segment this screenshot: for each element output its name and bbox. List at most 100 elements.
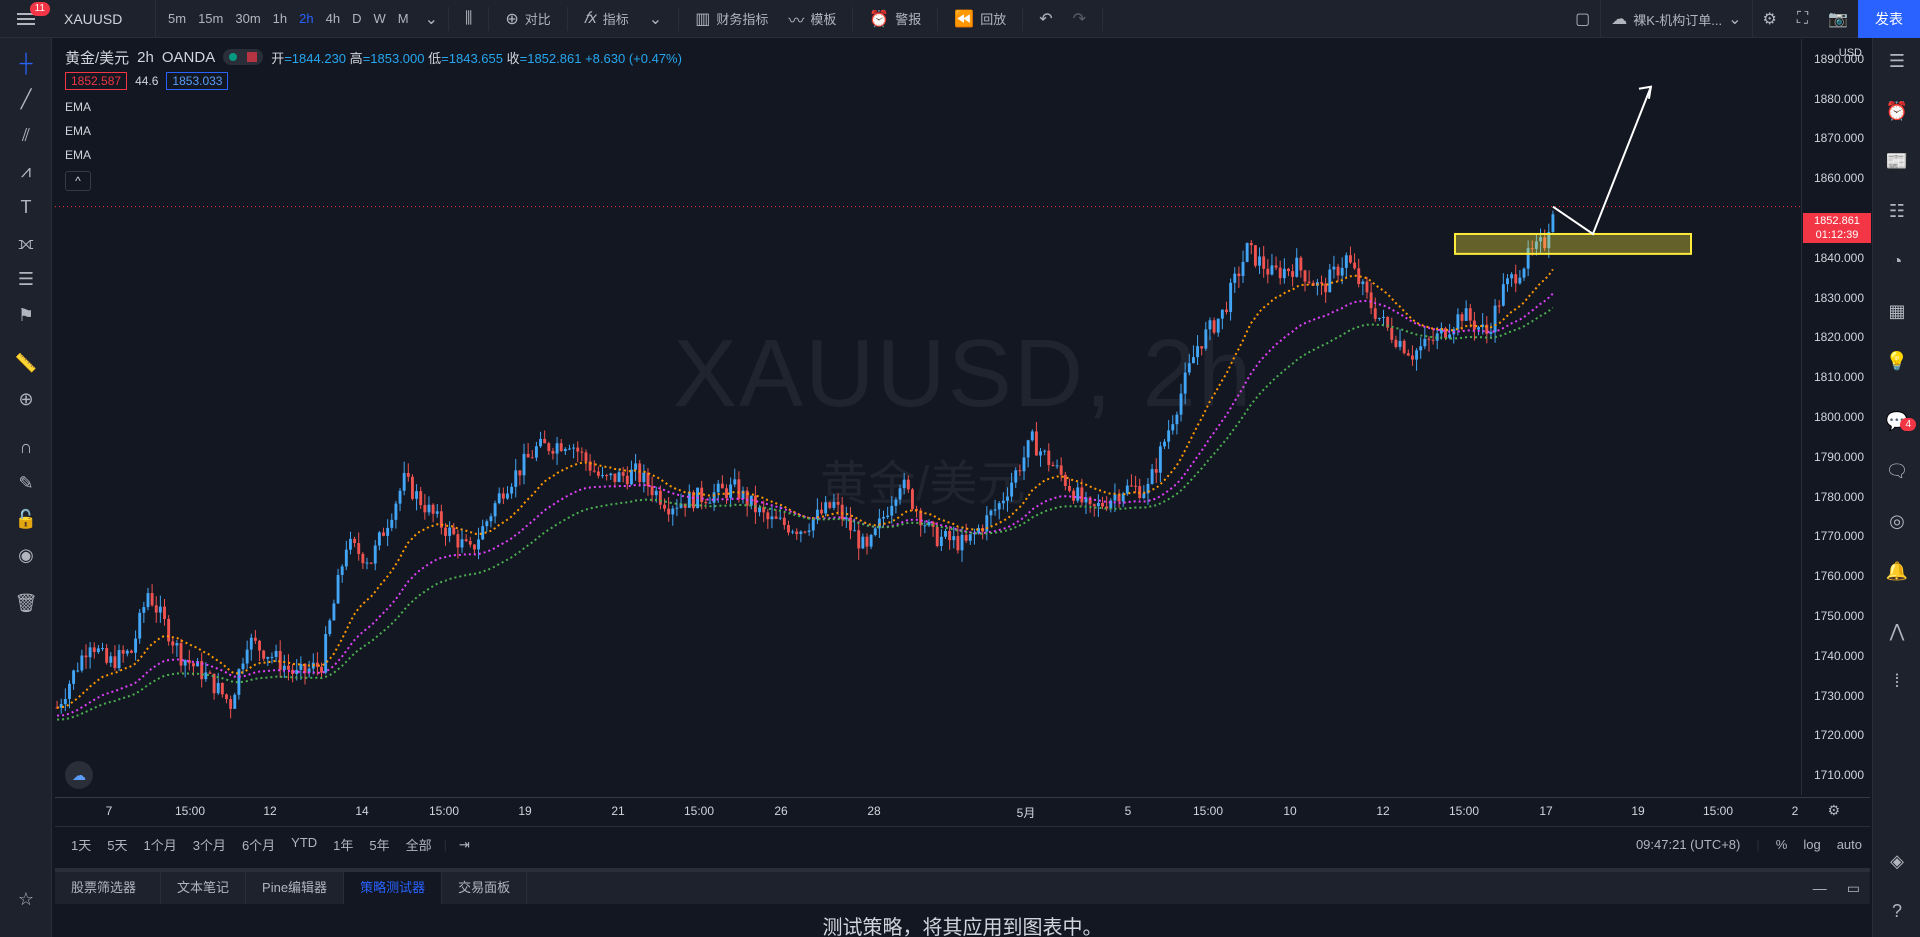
candle-body <box>249 637 253 650</box>
undo-button[interactable]: ↶ <box>1029 0 1062 38</box>
clock-display[interactable]: 09:47:21 (UTC+8) <box>1628 837 1748 852</box>
candle-body <box>245 649 249 664</box>
redo-button[interactable]: ↷ <box>1063 0 1096 38</box>
lock-icon[interactable]: 🔓 <box>13 506 39 532</box>
timeframe-2h[interactable]: 2h <box>293 0 319 38</box>
watchlist-icon[interactable]: ☰ <box>1884 48 1910 74</box>
order-panel-icon[interactable]: ⋀ <box>1884 618 1910 644</box>
log-scale-toggle[interactable]: log <box>1795 837 1828 852</box>
collapse-legend-button[interactable]: ^ <box>65 171 91 191</box>
panel-tab[interactable]: Pine编辑器 <box>246 872 345 904</box>
range-item[interactable]: YTD <box>283 835 325 854</box>
snapshot-button[interactable]: 📷 <box>1818 0 1858 38</box>
pattern-icon[interactable]: ⩘ <box>13 158 39 184</box>
timeframe-30m[interactable]: 30m <box>229 0 266 38</box>
measure-lines-icon[interactable]: ☰ <box>13 266 39 292</box>
trend-line-icon[interactable]: ╱ <box>13 86 39 112</box>
timeframe-W[interactable]: W <box>367 0 391 38</box>
ruler-icon[interactable]: 📏 <box>13 350 39 376</box>
range-item[interactable]: 3个月 <box>185 835 234 854</box>
candle-body <box>485 521 489 527</box>
price-tick: 1730.000 <box>1813 688 1864 703</box>
dom-icon[interactable]: ⁞ <box>1884 668 1910 694</box>
timeframe-15m[interactable]: 15m <box>192 0 229 38</box>
percent-scale-toggle[interactable]: % <box>1768 837 1796 852</box>
panel-tab[interactable]: 股票筛选器 <box>55 872 162 904</box>
indicator-ema-3[interactable]: EMA <box>65 143 682 167</box>
publish-button[interactable]: 发表 <box>1858 0 1920 38</box>
candle-body <box>1063 474 1067 486</box>
layers-icon[interactable]: ◈ <box>1884 848 1910 874</box>
panel-tab[interactable]: 策略测试器 <box>344 872 443 904</box>
indicator-ema-1[interactable]: EMA <box>65 95 682 119</box>
top-toolbar: 11 XAUUSD 5m 15m 30m 1h 2h 4h D W M ⌄ ⫼ ⊕ 对比 𝑓x 指标… <box>0 0 1920 38</box>
fullscreen-button[interactable]: ⛶ <box>1787 0 1818 38</box>
candle-body <box>183 660 187 666</box>
auto-scale-toggle[interactable]: auto <box>1829 837 1870 852</box>
settings-button[interactable]: ⚙ <box>1753 0 1787 38</box>
chart-type-button[interactable]: ⫼ <box>455 0 482 38</box>
projection-icon[interactable]: ⟗ <box>13 230 39 256</box>
range-item[interactable]: 1年 <box>325 835 361 854</box>
chevron-down-icon[interactable]: ⌄ <box>421 9 442 29</box>
sell-price[interactable]: 1852.587 <box>65 72 128 90</box>
range-item[interactable]: 5年 <box>361 835 397 854</box>
eye-icon[interactable]: ◉ <box>13 542 39 568</box>
ideas-icon[interactable]: 💡 <box>1884 348 1910 374</box>
range-item[interactable]: 5天 <box>99 835 135 854</box>
news-icon[interactable]: 📰 <box>1884 148 1910 174</box>
candle-body <box>1142 493 1146 499</box>
magnet-icon[interactable]: ∩ <box>13 434 39 460</box>
data-window-icon[interactable]: ☷ <box>1884 198 1910 224</box>
tradingview-logo-icon[interactable]: ☁ <box>65 761 93 789</box>
timeframe-M[interactable]: M <box>392 0 415 38</box>
calendar-icon[interactable]: ▦ <box>1884 298 1910 324</box>
menu-button[interactable]: 11 <box>0 0 52 38</box>
alarm-clock-icon[interactable]: ⏰ <box>1884 98 1910 124</box>
notifications-icon[interactable]: 🔔 <box>1884 558 1910 584</box>
crosshair-icon[interactable]: ┼ <box>13 50 39 76</box>
timeframe-4h[interactable]: 4h <box>320 0 346 38</box>
range-item[interactable]: 1个月 <box>135 835 184 854</box>
help-icon[interactable]: ? <box>1884 898 1910 924</box>
fib-icon[interactable]: ⫽ <box>13 122 39 148</box>
zoom-icon[interactable]: ⊕ <box>13 386 39 412</box>
minimize-panel-icon[interactable]: — <box>1813 880 1827 896</box>
indicator-ema-2[interactable]: EMA <box>65 119 682 143</box>
buy-price[interactable]: 1853.033 <box>166 72 229 90</box>
streams-icon[interactable]: ◎ <box>1884 508 1910 534</box>
layout-selector[interactable]: ☁ 裸K-机构订单... ⌄ <box>1600 0 1753 38</box>
star-icon[interactable]: ☆ <box>13 886 39 912</box>
forecast-icon[interactable]: ⚑ <box>13 302 39 328</box>
goto-date-icon[interactable]: ⇥ <box>451 837 478 853</box>
symbol-search[interactable]: XAUUSD <box>52 0 156 38</box>
hotlist-icon[interactable]: ◔ <box>1884 248 1910 274</box>
private-chat-icon[interactable]: 🗨 <box>1884 458 1910 484</box>
replay-button[interactable]: ⏪ 回放 <box>944 0 1016 38</box>
panel-tab[interactable]: 文本笔记 <box>161 872 247 904</box>
text-icon[interactable]: T <box>13 194 39 220</box>
trash-icon[interactable]: 🗑 <box>13 590 39 616</box>
pencil-lock-icon[interactable]: ✎ <box>13 470 39 496</box>
timeframe-D[interactable]: D <box>346 0 367 38</box>
axis-settings-icon[interactable]: ⚙ <box>1827 802 1840 819</box>
alert-button[interactable]: ⏰ 警报 <box>859 0 931 38</box>
range-item[interactable]: 全部 <box>398 835 440 854</box>
indicators-button[interactable]: 𝑓x 指标 ⌄ <box>574 0 672 38</box>
maximize-panel-icon[interactable]: ▭ <box>1847 880 1860 897</box>
timeframe-1h[interactable]: 1h <box>267 0 293 38</box>
market-status-toggle[interactable] <box>223 49 264 65</box>
financials-button[interactable]: ▥ 财务指标 <box>685 0 778 38</box>
time-axis[interactable]: 7 15:00 12 14 15:00 19 21 15:00 26 28 5月 5 15:00 10 12… <box>55 797 1870 825</box>
compare-button[interactable]: ⊕ 对比 <box>495 0 560 38</box>
panel-tab[interactable]: 交易面板 <box>442 872 528 904</box>
timeframe-5m[interactable]: 5m <box>162 0 192 38</box>
range-item[interactable]: 6个月 <box>234 835 283 854</box>
range-item[interactable]: 1天 <box>63 835 99 854</box>
templates-button[interactable]: 〰模板 <box>778 0 846 38</box>
legend-symbol-title[interactable]: 黄金/美元 <box>65 47 129 68</box>
price-axis[interactable]: USD 1890.000 1880.000 1870.000 1860.000 1840… <box>1801 39 1872 795</box>
layout-toggle-button[interactable]: ▢ <box>1565 0 1600 38</box>
chart-pane[interactable]: XAUUSD, 2h 黄金/美元 黄金/美元 2h OANDA 开=1844.2… <box>55 39 1870 795</box>
price-tick: 1750.000 <box>1813 608 1864 623</box>
